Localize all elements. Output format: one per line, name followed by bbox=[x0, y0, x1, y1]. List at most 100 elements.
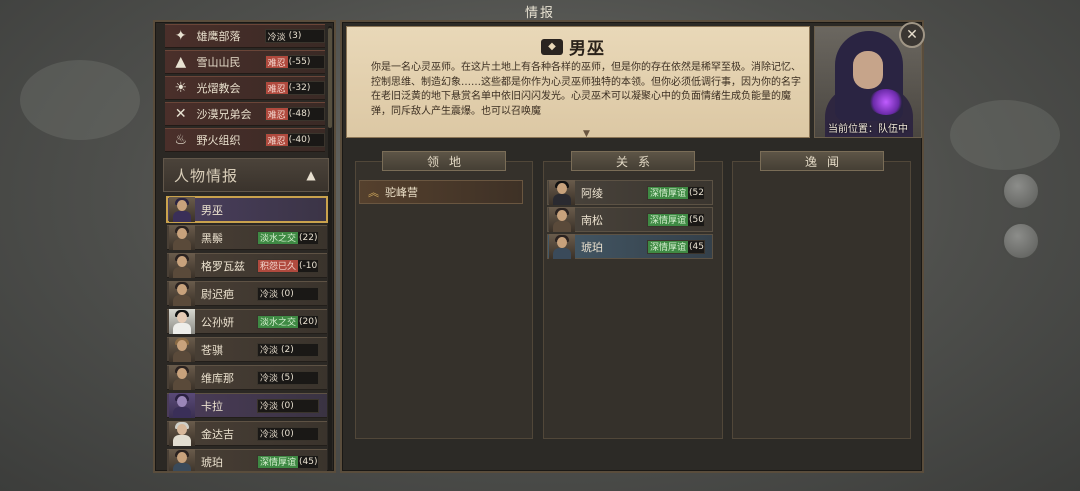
character-row[interactable]: 格罗瓦兹 积怨已久 (-10) bbox=[167, 253, 327, 278]
avatar bbox=[169, 449, 195, 471]
relation-badge: 冷淡 (5) bbox=[257, 370, 319, 385]
relation-badge: 深情厚谊(45) bbox=[257, 454, 319, 469]
character-row[interactable]: 苍骐 冷淡 (2) bbox=[167, 337, 327, 362]
relation-status: 淡水之交 bbox=[258, 315, 299, 328]
character-row[interactable]: 金达吉 冷淡 (0) bbox=[167, 421, 327, 446]
map-background-blob bbox=[20, 60, 140, 140]
map-round-button bbox=[1002, 222, 1040, 260]
relation-value: (-55) bbox=[288, 57, 311, 67]
avatar bbox=[549, 234, 575, 259]
relation-status: 冷淡 bbox=[267, 32, 286, 43]
character-row[interactable]: 琥珀 深情厚谊 (45) bbox=[167, 449, 327, 471]
relation-value: (-10) bbox=[299, 260, 319, 271]
territory-item[interactable]: ︽ 驼峰营 bbox=[359, 180, 523, 204]
window-title: 情报 bbox=[524, 6, 555, 21]
scrollbar-thumb[interactable] bbox=[328, 28, 332, 128]
territory-label: 驼峰营 bbox=[385, 186, 418, 199]
character-name: 金达吉 bbox=[201, 427, 234, 441]
relation-row[interactable]: 琥珀 深情厚谊(45) bbox=[547, 234, 713, 259]
relation-row[interactable]: 阿绫 深情厚谊(52) bbox=[547, 180, 713, 205]
close-icon[interactable]: ✕ bbox=[899, 22, 925, 48]
character-name: 琥珀 bbox=[201, 455, 223, 469]
scrollbar[interactable] bbox=[328, 26, 332, 471]
avatar bbox=[549, 207, 575, 232]
character-name: 格罗瓦兹 bbox=[201, 259, 245, 273]
character-row[interactable]: 公孙妍 淡水之交 (20) bbox=[167, 309, 327, 334]
relation-status: 积怨已久 bbox=[258, 259, 299, 272]
faction-name: 雪山山民 bbox=[196, 56, 241, 69]
relation-badge: 难忍 (-40) bbox=[264, 133, 326, 147]
relation-status: 难忍 bbox=[265, 108, 288, 120]
chevron-up-icon[interactable]: ▲ bbox=[304, 168, 318, 182]
relation-status: 冷淡 bbox=[260, 346, 279, 356]
faction-name: 光熠教会 bbox=[196, 82, 241, 95]
relation-value: (5) bbox=[281, 372, 294, 383]
relation-status: 冷淡 bbox=[260, 430, 279, 440]
faction-row[interactable]: ✦ 雄鹰部落 冷淡 (3) bbox=[165, 24, 326, 48]
relation-row[interactable]: 南松 深情厚谊(50) bbox=[547, 207, 713, 232]
relation-badge: 深情厚谊(45) bbox=[647, 239, 705, 254]
relation-value: (-48) bbox=[288, 109, 311, 119]
avatar bbox=[169, 365, 195, 390]
character-row[interactable]: 黑鬃 淡水之交 (22) bbox=[167, 225, 327, 250]
faction-row[interactable]: ♨ 野火组织 难忍 (-40) bbox=[165, 128, 326, 152]
relation-status: 冷淡 bbox=[260, 402, 279, 412]
mountain-icon: ▲ bbox=[175, 54, 187, 70]
character-row[interactable]: 尉迟疤 冷淡 (0) bbox=[167, 281, 327, 306]
flame-icon: ♨ bbox=[174, 132, 188, 148]
avatar bbox=[169, 421, 195, 446]
map-round-button bbox=[1002, 172, 1040, 210]
character-info-card: ◆ 男巫 你是一名心灵巫师。在这片土地上有各种各样的巫师，但是你的存在依然是稀罕… bbox=[346, 26, 810, 138]
relation-value: (2) bbox=[281, 344, 294, 355]
character-name: 尉迟疤 bbox=[201, 287, 234, 301]
character-name: 琥珀 bbox=[581, 240, 603, 254]
avatar bbox=[169, 253, 195, 278]
avatar bbox=[169, 225, 195, 250]
info-title: ◆ 男巫 bbox=[541, 34, 605, 59]
section-title: 人物情报 bbox=[174, 166, 239, 185]
relation-value: (-40) bbox=[288, 135, 311, 145]
anecdotes-panel bbox=[732, 161, 911, 439]
character-name: 南松 bbox=[581, 213, 603, 227]
relation-badge: 冷淡 (0) bbox=[257, 398, 319, 413]
relation-status: 难忍 bbox=[265, 82, 288, 94]
faction-row[interactable]: ☀ 光熠教会 难忍 (-32) bbox=[165, 76, 326, 100]
relation-value: (52) bbox=[689, 187, 704, 198]
faction-row[interactable]: ▲ 雪山山民 难忍 (-55) bbox=[165, 50, 326, 74]
relation-status: 淡水之交 bbox=[258, 231, 299, 244]
character-name: 公孙妍 bbox=[201, 315, 234, 329]
chevron-down-icon[interactable]: ▼ bbox=[583, 129, 590, 137]
relation-badge: 积怨已久 (-10) bbox=[257, 258, 319, 273]
faction-row[interactable]: ✕ 沙漠兄弟会 难忍 (-48) bbox=[165, 102, 326, 126]
faction-name: 雄鹰部落 bbox=[196, 30, 241, 43]
tab-relations[interactable]: 关系 bbox=[571, 151, 695, 171]
character-section-header[interactable]: 人物情报 ▲ bbox=[163, 158, 329, 192]
location-label: 当前位置：队伍中 bbox=[828, 124, 908, 135]
relation-status: 难忍 bbox=[265, 134, 288, 146]
relation-badge: 冷淡 (0) bbox=[257, 426, 319, 441]
character-description: 你是一名心灵巫师。在这片土地上有各种各样的巫师，但是你的存在依然是稀罕至极。消除… bbox=[371, 62, 801, 117]
mask-icon: ◆ bbox=[541, 38, 563, 55]
character-row[interactable]: 卡拉 冷淡 (0) bbox=[167, 393, 327, 418]
relation-value: (-32) bbox=[288, 83, 311, 93]
character-row[interactable]: 维库那 冷淡 (5) bbox=[167, 365, 327, 390]
relation-badge: 深情厚谊(52) bbox=[647, 185, 705, 200]
character-title: 男巫 bbox=[569, 39, 605, 59]
faction-name: 沙漠兄弟会 bbox=[196, 108, 252, 121]
relation-value: (3) bbox=[288, 31, 302, 41]
relation-badge: 难忍 (-32) bbox=[264, 81, 326, 95]
double-chevron-up-icon: ︽ bbox=[368, 186, 379, 199]
relation-value: (50) bbox=[689, 214, 704, 225]
tab-territory[interactable]: 领地 bbox=[382, 151, 506, 171]
relation-value: (22) bbox=[299, 232, 318, 243]
relation-badge: 冷淡 (0) bbox=[257, 286, 319, 301]
character-name: 维库那 bbox=[201, 371, 234, 385]
relation-status: 深情厚谊 bbox=[258, 455, 299, 468]
relation-badge: 深情厚谊(50) bbox=[647, 212, 705, 227]
relation-status: 冷淡 bbox=[260, 290, 279, 300]
character-row-selected[interactable]: 男巫 bbox=[166, 196, 328, 223]
tab-anecdotes[interactable]: 逸闻 bbox=[760, 151, 884, 171]
eagle-icon: ✦ bbox=[174, 28, 187, 44]
character-name: 黑鬃 bbox=[201, 231, 223, 245]
relation-status: 难忍 bbox=[265, 56, 288, 68]
